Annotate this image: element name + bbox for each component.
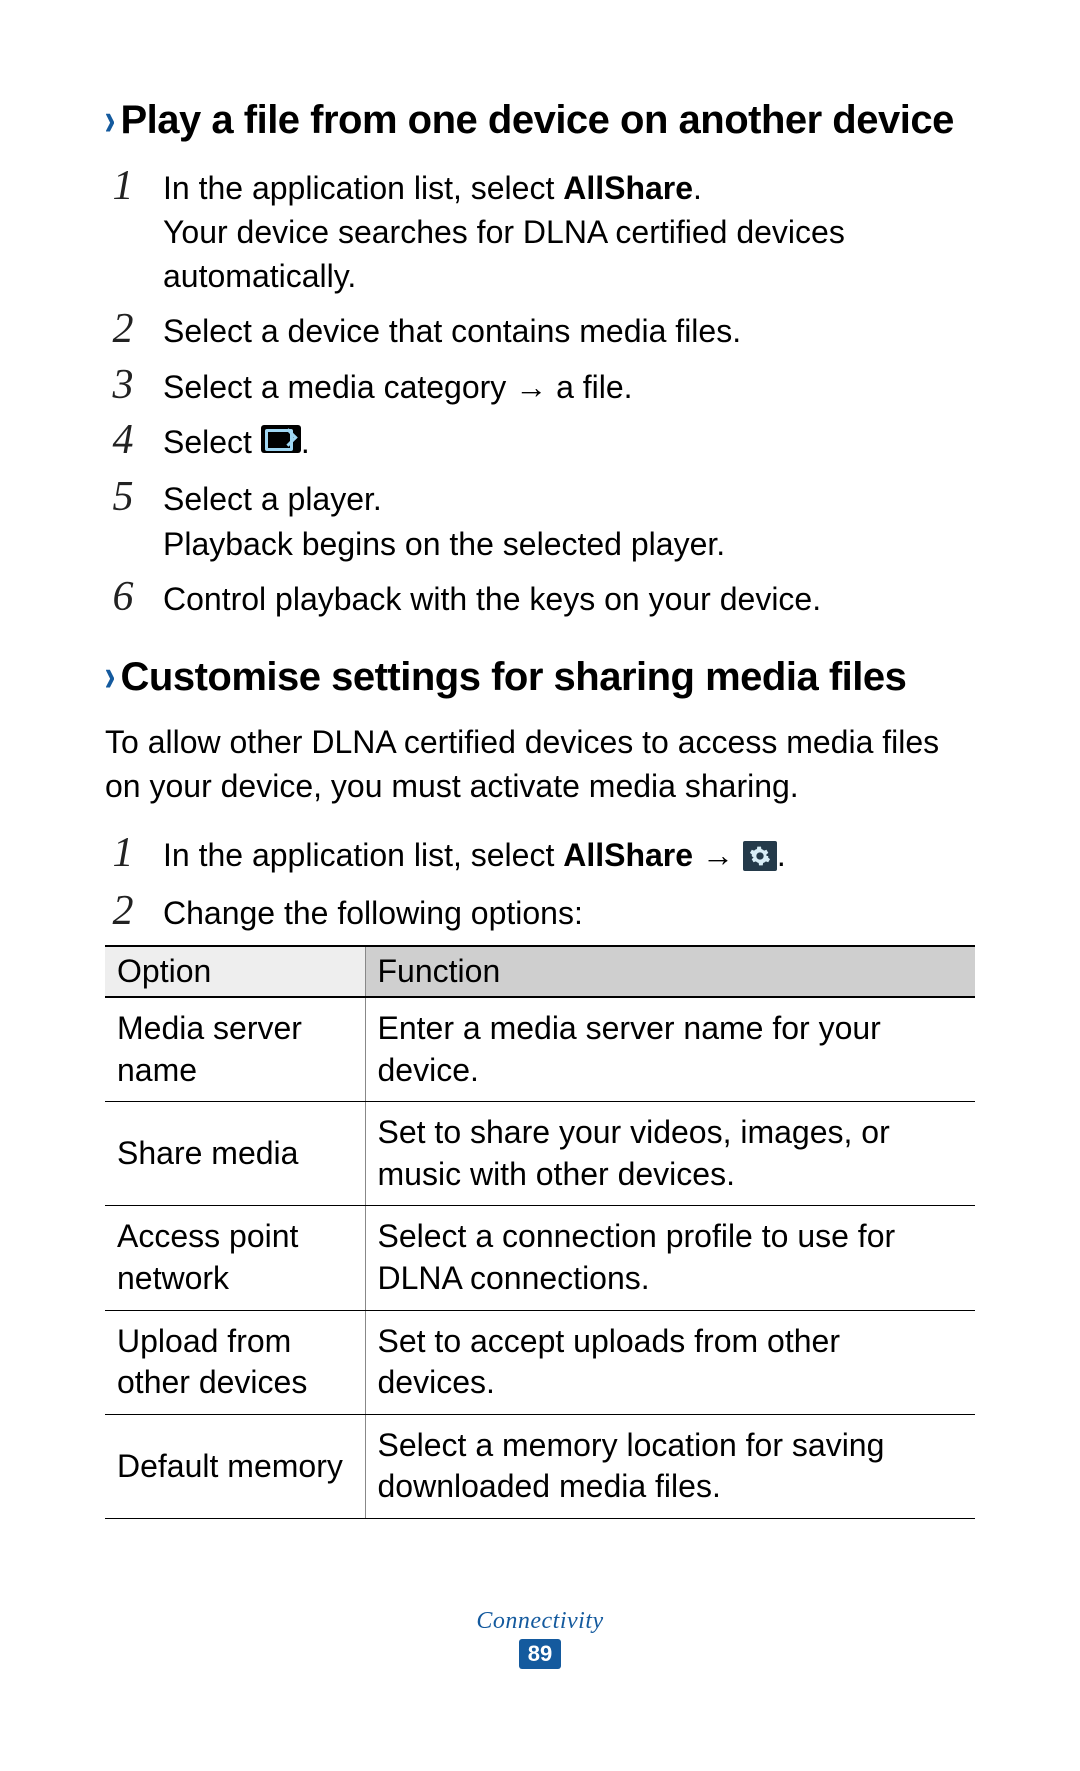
step-number: 2 bbox=[105, 888, 141, 934]
cell-function: Set to share your videos, images, or mus… bbox=[365, 1102, 975, 1206]
step-item: 6 Control playback with the keys on your… bbox=[105, 574, 975, 621]
manual-page: › Play a file from one device on another… bbox=[0, 0, 1080, 1771]
cell-function: Set to accept uploads from other devices… bbox=[365, 1310, 975, 1414]
cell-function: Select a memory location for saving down… bbox=[365, 1414, 975, 1518]
step-number: 5 bbox=[105, 474, 141, 520]
page-footer: Connectivity 89 bbox=[0, 1608, 1080, 1669]
page-number-badge: 89 bbox=[519, 1639, 561, 1669]
table-row: Default memory Select a memory location … bbox=[105, 1414, 975, 1518]
step-number: 4 bbox=[105, 417, 141, 463]
header-option: Option bbox=[105, 946, 365, 997]
step-body: Control playback with the keys on your d… bbox=[163, 574, 975, 621]
table-row: Media server name Enter a media server n… bbox=[105, 997, 975, 1102]
gear-icon bbox=[743, 834, 777, 878]
cell-option: Upload from other devices bbox=[105, 1310, 365, 1414]
step-number: 6 bbox=[105, 574, 141, 620]
step-body: Change the following options: bbox=[163, 888, 975, 935]
cell-function: Enter a media server name for your devic… bbox=[365, 997, 975, 1102]
section-intro: To allow other DLNA certified devices to… bbox=[105, 720, 975, 808]
cell-option: Default memory bbox=[105, 1414, 365, 1518]
section-heading-customise: › Customise settings for sharing media f… bbox=[105, 655, 975, 700]
cell-option: Access point network bbox=[105, 1206, 365, 1310]
header-function: Function bbox=[365, 946, 975, 997]
step-item: 2 Select a device that contains media fi… bbox=[105, 306, 975, 353]
step-item: 1 In the application list, select AllSha… bbox=[105, 163, 975, 298]
screen-share-icon bbox=[261, 420, 301, 464]
table-row: Access point network Select a connection… bbox=[105, 1206, 975, 1310]
step-item: 4 Select . bbox=[105, 417, 975, 467]
step-body: Select . bbox=[163, 417, 975, 467]
options-table: Option Function Media server name Enter … bbox=[105, 945, 975, 1519]
chevron-icon: › bbox=[105, 95, 115, 146]
heading-text: Play a file from one device on another d… bbox=[121, 98, 954, 143]
step-number: 3 bbox=[105, 362, 141, 408]
step-body: In the application list, select AllShare… bbox=[163, 830, 975, 880]
step-body: Select a device that contains media file… bbox=[163, 306, 975, 353]
step-item: 5 Select a player. Playback begins on th… bbox=[105, 474, 975, 565]
step-number: 2 bbox=[105, 306, 141, 352]
step-item: 1 In the application list, select AllSha… bbox=[105, 830, 975, 880]
chevron-icon: › bbox=[105, 652, 115, 703]
footer-section-label: Connectivity bbox=[0, 1608, 1080, 1635]
heading-text: Customise settings for sharing media fil… bbox=[121, 655, 907, 700]
step-item: 2 Change the following options: bbox=[105, 888, 975, 935]
table-header-row: Option Function bbox=[105, 946, 975, 997]
section-heading-play-file: › Play a file from one device on another… bbox=[105, 98, 975, 143]
steps-list-2: 1 In the application list, select AllSha… bbox=[105, 830, 975, 935]
step-body: Select a media category → a file. bbox=[163, 362, 975, 409]
step-number: 1 bbox=[105, 163, 141, 209]
table-row: Share media Set to share your videos, im… bbox=[105, 1102, 975, 1206]
cell-option: Media server name bbox=[105, 997, 365, 1102]
step-item: 3 Select a media category → a file. bbox=[105, 362, 975, 409]
cell-function: Select a connection profile to use for D… bbox=[365, 1206, 975, 1310]
step-number: 1 bbox=[105, 830, 141, 876]
step-body: Select a player. Playback begins on the … bbox=[163, 474, 975, 565]
step-body: In the application list, select AllShare… bbox=[163, 163, 975, 298]
steps-list-1: 1 In the application list, select AllSha… bbox=[105, 163, 975, 621]
cell-option: Share media bbox=[105, 1102, 365, 1206]
table-row: Upload from other devices Set to accept … bbox=[105, 1310, 975, 1414]
